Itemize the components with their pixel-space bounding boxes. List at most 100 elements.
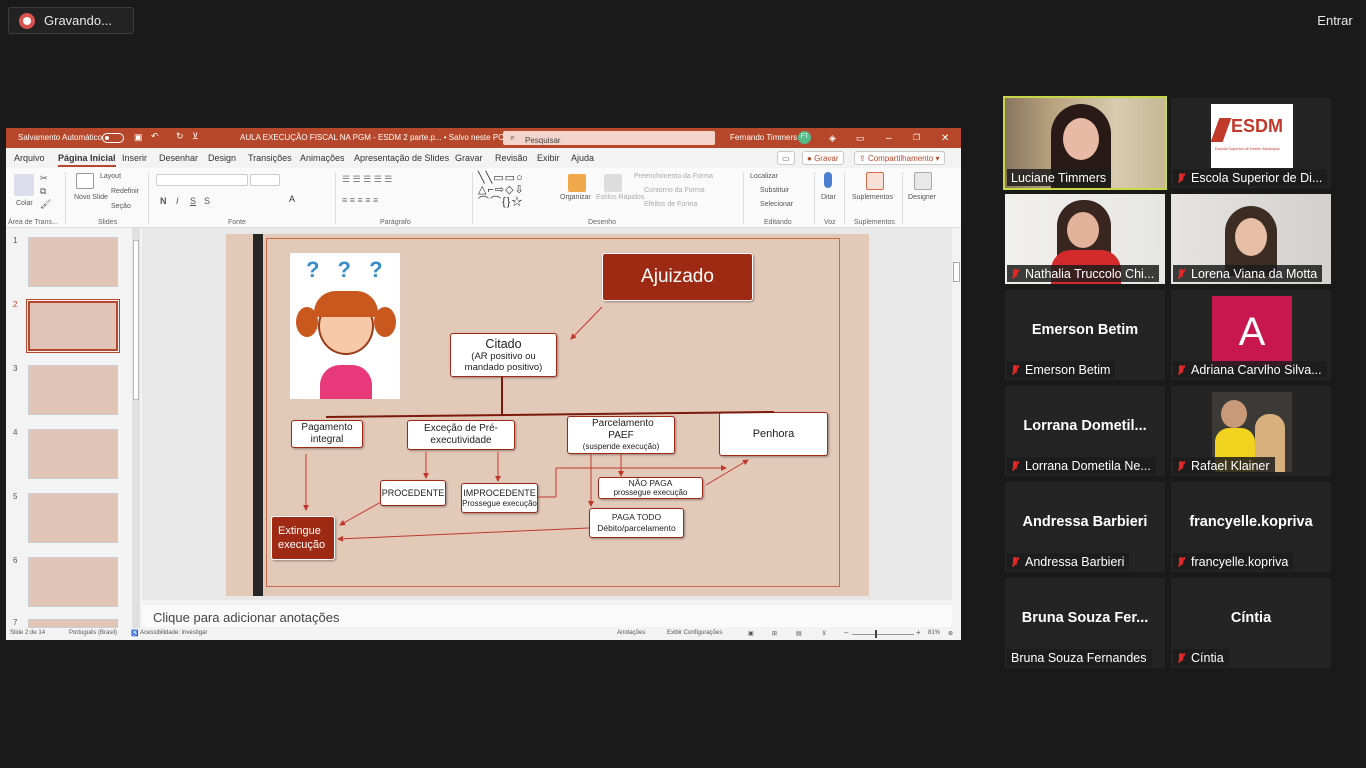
- menu-desenhar[interactable]: Desenhar: [159, 153, 198, 163]
- new-slide-icon[interactable]: [76, 173, 94, 189]
- sorter-view-icon[interactable]: ⊞: [772, 630, 777, 637]
- participant-tile[interactable]: Rafael Klainer: [1171, 386, 1331, 476]
- participant-tile[interactable]: Bruna Souza Fer... Bruna Souza Fernandes: [1005, 578, 1165, 668]
- new-slide-label[interactable]: Novo Slide: [74, 194, 108, 201]
- slide-thumbnail-5[interactable]: [28, 493, 118, 543]
- participant-tile[interactable]: Emerson Betim Emerson Betim: [1005, 290, 1165, 380]
- menu-arquivo[interactable]: Arquivo: [14, 153, 45, 163]
- participant-tile[interactable]: Lorrana Dometil... Lorrana Dometila Ne..…: [1005, 386, 1165, 476]
- designer-icon[interactable]: [914, 172, 932, 190]
- cut-icon[interactable]: ✂: [40, 173, 48, 184]
- bold-icon[interactable]: N: [160, 196, 167, 206]
- font-name-dropdown[interactable]: [156, 174, 248, 186]
- slide-thumbnail-2[interactable]: [26, 299, 120, 353]
- layout-button[interactable]: Layout: [100, 173, 121, 180]
- participant-tile[interactable]: Nathalia Truccolo Chi...: [1005, 194, 1165, 284]
- slide-thumbnail-1[interactable]: [28, 237, 118, 287]
- participant-tile[interactable]: Lorena Viana da Motta: [1171, 194, 1331, 284]
- diamond-icon[interactable]: ◈: [829, 133, 836, 144]
- fit-slide-icon[interactable]: ⊕: [948, 630, 953, 637]
- save-icon[interactable]: ▣: [134, 132, 143, 143]
- menu-pagina-inicial[interactable]: Página Inicial: [58, 153, 116, 167]
- participant-tile[interactable]: ESDM Escola Superior de Direito Municipa…: [1171, 98, 1331, 188]
- slide-thumbnail-6[interactable]: [28, 557, 118, 607]
- paste-icon[interactable]: [14, 174, 34, 196]
- slide-thumbnail-4[interactable]: [28, 429, 118, 479]
- recording-indicator[interactable]: Gravando...: [8, 7, 134, 34]
- present-icon[interactable]: ⊻: [192, 131, 199, 142]
- menu-inserir[interactable]: Inserir: [122, 153, 147, 163]
- addins-label[interactable]: Suplementos: [852, 194, 893, 201]
- undo-icon[interactable]: ↶: [151, 131, 159, 142]
- menu-ajuda[interactable]: Ajuda: [571, 153, 594, 163]
- select-button[interactable]: Selecionar: [760, 201, 793, 208]
- accessibility-status[interactable]: Acessibilidade: investigar: [140, 630, 207, 636]
- bullets-icon[interactable]: ☰ ☰ ☰ ☰ ☰: [342, 174, 392, 185]
- thumbnails-scrollbar[interactable]: [132, 228, 140, 628]
- format-painter-icon[interactable]: 🖌: [40, 199, 51, 210]
- participant-tile[interactable]: Andressa Barbieri Andressa Barbieri: [1005, 482, 1165, 572]
- document-title[interactable]: AULA EXECUÇÃO FISCAL NA PGM - ESDM 2 par…: [240, 133, 504, 142]
- language-status[interactable]: Português (Brasil): [69, 630, 117, 636]
- menu-gravar[interactable]: Gravar: [455, 153, 483, 163]
- editor-scrollbar[interactable]: [952, 228, 961, 600]
- dictate-label[interactable]: Ditar: [821, 194, 836, 201]
- comments-button[interactable]: ▭: [777, 151, 795, 165]
- shape-fill-button[interactable]: Preenchimento da Forma: [634, 173, 713, 180]
- slide-thumbnails-pane[interactable]: 1 2 3 4 5 6 7: [6, 228, 141, 628]
- participant-tile[interactable]: A Adriana Carvlho Silva...: [1171, 290, 1331, 380]
- menu-apresentacao[interactable]: Apresentação de Slides: [354, 153, 449, 163]
- normal-view-icon[interactable]: ▣: [748, 630, 754, 637]
- zoom-slider[interactable]: [852, 634, 914, 635]
- arrange-icon[interactable]: [568, 174, 586, 192]
- italic-icon[interactable]: I: [176, 196, 179, 206]
- menu-animacoes[interactable]: Animações: [300, 153, 345, 163]
- user-avatar[interactable]: FT: [798, 131, 811, 144]
- underline-icon[interactable]: S: [190, 196, 196, 206]
- microphone-icon[interactable]: [824, 172, 832, 188]
- slideshow-view-icon[interactable]: ⊻: [822, 630, 826, 637]
- record-button[interactable]: ● Gravar: [802, 151, 844, 165]
- font-size-dropdown[interactable]: [250, 174, 280, 186]
- reset-button[interactable]: Redefinir: [111, 188, 139, 195]
- shape-outline-button[interactable]: Contorno da Forma: [644, 187, 705, 194]
- search-box[interactable]: Pesquisar: [503, 131, 715, 145]
- restore-icon[interactable]: ❐: [913, 133, 920, 142]
- shapes-gallery[interactable]: ╲╲▭▭○ △⌐⇨◇⇩ ⌒⌒{}☆: [478, 172, 525, 208]
- quick-styles-icon[interactable]: [604, 174, 622, 192]
- notes-toggle[interactable]: Anotações: [617, 630, 645, 636]
- replace-button[interactable]: Substituir: [760, 187, 789, 194]
- slide-canvas[interactable]: ? ? ? Ajuizado Citado (AR positivo ou man…: [226, 234, 869, 596]
- display-settings[interactable]: Exibir Configurações: [667, 630, 722, 636]
- align-icon[interactable]: ≡ ≡ ≡ ≡ ≡: [342, 195, 378, 205]
- participant-tile[interactable]: Cíntia Cíntia: [1171, 578, 1331, 668]
- menu-revisao[interactable]: Revisão: [495, 153, 528, 163]
- menu-transicoes[interactable]: Transições: [248, 153, 292, 163]
- zoom-level[interactable]: 81%: [928, 630, 940, 636]
- scrollbar-thumb[interactable]: [133, 240, 139, 400]
- slide-thumbnail-3[interactable]: [28, 365, 118, 415]
- autosave-toggle[interactable]: [102, 133, 124, 143]
- close-icon[interactable]: ✕: [941, 133, 949, 144]
- addins-icon[interactable]: [866, 172, 884, 190]
- paste-label[interactable]: Colar: [16, 200, 33, 207]
- participant-tile[interactable]: francyelle.kopriva francyelle.kopriva: [1171, 482, 1331, 572]
- zoom-out-icon[interactable]: –: [844, 628, 848, 637]
- minimize-icon[interactable]: –: [886, 133, 892, 144]
- share-button[interactable]: ⇪ Compartilhamento ▾: [854, 151, 945, 165]
- zoom-in-icon[interactable]: +: [916, 628, 921, 637]
- quick-styles-label[interactable]: Estilos Rápidos: [596, 194, 644, 201]
- slide-thumbnail-7[interactable]: [28, 619, 118, 628]
- notes-pane[interactable]: Clique para adicionar anotações: [142, 605, 952, 627]
- shadow-icon[interactable]: S: [204, 196, 210, 206]
- copy-icon[interactable]: ⧉: [40, 186, 46, 197]
- ribbon-display-icon[interactable]: ▭: [856, 133, 865, 144]
- scrollbar-thumb[interactable]: [953, 262, 960, 282]
- reading-view-icon[interactable]: ▤: [796, 630, 802, 637]
- font-color-icon[interactable]: A: [289, 194, 295, 204]
- menu-exibir[interactable]: Exibir: [537, 153, 560, 163]
- shape-effects-button[interactable]: Efeitos de Forma: [644, 201, 697, 208]
- participant-tile[interactable]: Luciane Timmers: [1003, 96, 1167, 190]
- menu-design[interactable]: Design: [208, 153, 236, 163]
- redo-icon[interactable]: ↻: [176, 131, 184, 142]
